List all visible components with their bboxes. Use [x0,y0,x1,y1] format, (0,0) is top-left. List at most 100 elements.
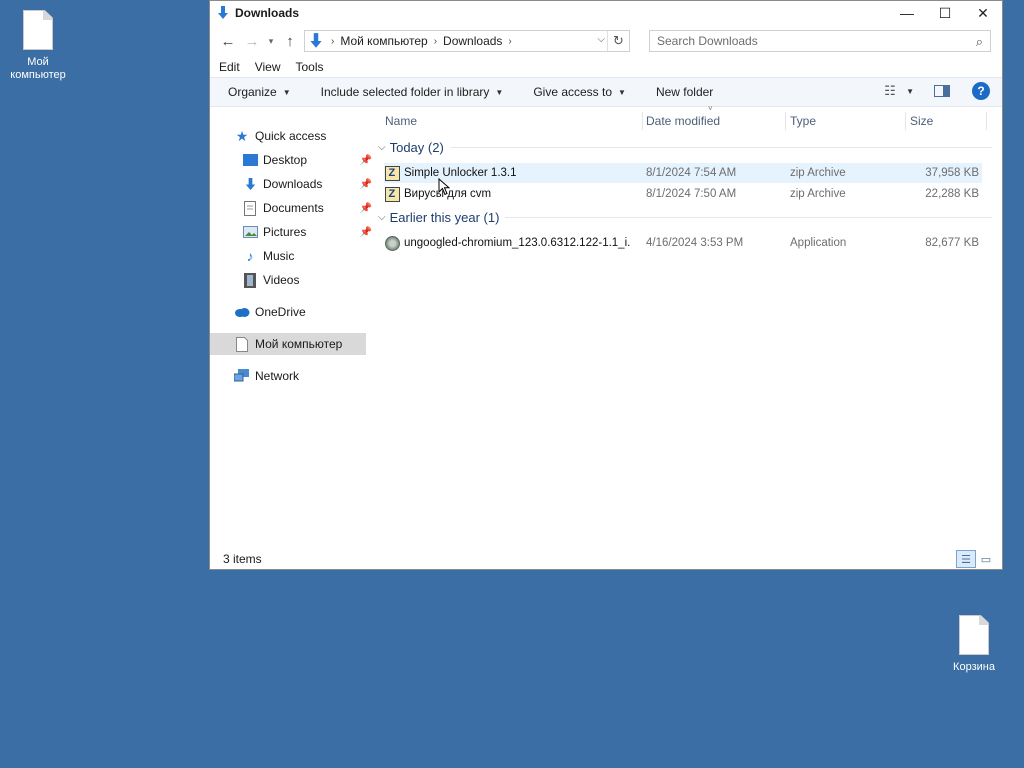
nav-item-quick-access[interactable]: ★ Quick access [234,125,392,147]
file-size: 37,958 KB [925,167,979,179]
desktop-icon-my-computer[interactable]: Мой компьютер [3,10,73,82]
back-arrow-icon: ← [220,32,236,50]
file-name: ungoogled-chromium_123.0.6312.122-1.1_i.… [404,237,630,249]
nav-label: Desktop [263,153,308,167]
file-date: 8/1/2024 7:54 AM [646,167,737,179]
breadcrumb-my-computer[interactable]: Мой компьютер [336,34,431,48]
nav-item-my-computer[interactable]: Мой компьютер [210,333,366,355]
nav-item-onedrive[interactable]: OneDrive [234,301,392,323]
give-access-label: Give access to [533,85,613,99]
breadcrumb-downloads[interactable]: Downloads [439,34,506,48]
caret-down-icon: ▼ [495,87,504,97]
file-row[interactable]: Simple Unlocker 1.3.1 8/1/2024 7:54 AM z… [384,163,982,183]
view-options-caret-icon[interactable]: ▼ [906,87,914,96]
address-dropdown-icon[interactable]: ⌵ [597,34,605,45]
preview-pane-icon[interactable] [934,85,950,97]
nav-label: Music [263,249,295,263]
group-divider [449,147,992,148]
menu-tools[interactable]: Tools [295,60,323,74]
change-view-icon[interactable]: ☷ [884,83,906,99]
desktop-icon-label: Корзина [953,661,995,673]
document-icon [959,615,989,655]
search-input[interactable]: Search Downloads ⌕ [649,30,991,52]
close-button[interactable]: ✕ [964,1,1002,25]
group-header-earlier-this-year[interactable]: ⌵ Earlier this year (1) [378,210,992,225]
organize-label: Organize [228,85,277,99]
details-view-icon[interactable]: ☰ [956,550,976,568]
refresh-button[interactable]: ↻ [607,31,629,51]
pin-icon[interactable]: 📌 [360,203,372,214]
search-placeholder: Search Downloads [657,34,758,48]
column-divider[interactable] [642,112,643,130]
file-date: 8/1/2024 7:50 AM [646,188,737,200]
recent-locations-button[interactable]: ▾ [264,29,278,53]
chevron-down-icon: ⌵ [378,212,386,223]
file-row[interactable]: Вирусы для cvm 8/1/2024 7:50 AM zip Arch… [384,184,982,204]
document-icon [234,336,250,352]
window-title: Downloads [235,6,300,20]
document-icon [23,10,53,50]
group-label: Earlier this year (1) [389,210,500,225]
sort-caret-icon: ˅ [708,104,713,113]
group-divider [505,217,992,218]
breadcrumb-separator-icon[interactable]: › [329,36,336,47]
pin-icon[interactable]: 📌 [360,155,372,166]
breadcrumb-separator-icon[interactable]: › [506,36,513,47]
new-folder-button[interactable]: New folder [656,85,713,99]
command-bar: Organize ▼ Include selected folder in lib… [210,77,1002,107]
breadcrumb-separator-icon[interactable]: › [432,36,439,47]
file-type: Application [790,237,847,249]
organize-button[interactable]: Organize ▼ [228,85,291,99]
file-list: Name Date modified ˅ Type Size ⌵ Today (… [374,104,1000,538]
minimize-button[interactable]: — [888,1,926,25]
menu-edit[interactable]: Edit [219,60,240,74]
address-bar[interactable]: › Мой компьютер › Downloads › ⌵ ↻ [304,30,630,52]
large-icons-view-icon[interactable]: ▭ [976,550,996,568]
group-header-today[interactable]: ⌵ Today (2) [378,140,992,155]
menu-view[interactable]: View [255,60,281,74]
status-bar: 3 items ☰ ▭ [210,548,1002,570]
column-header-name[interactable]: Name [385,114,417,128]
column-header-type[interactable]: Type [790,114,816,128]
column-divider[interactable] [905,112,906,130]
chevron-down-icon: ⌵ [378,142,386,153]
music-note-icon: ♪ [246,248,254,264]
column-divider[interactable] [785,112,786,130]
nav-label: Мой компьютер [255,337,343,351]
desktop-icon-label: Мой компьютер [10,56,66,81]
application-icon [384,235,400,251]
nav-label: Pictures [263,225,307,239]
file-type: zip Archive [790,167,846,179]
desktop-icon-recycle-bin[interactable]: Корзина [939,615,1009,674]
column-header-date[interactable]: Date modified [646,114,720,128]
pin-icon[interactable]: 📌 [360,179,372,190]
forward-arrow-icon: → [244,32,260,50]
search-icon[interactable]: ⌕ [976,34,983,50]
nav-label: Network [255,369,300,383]
group-label: Today (2) [389,140,444,155]
include-library-label: Include selected folder in library [320,85,490,99]
forward-button[interactable]: → [240,29,264,53]
back-button[interactable]: ← [216,29,240,53]
up-button[interactable]: ↑ [278,29,302,53]
file-size: 82,677 KB [925,237,979,249]
file-row[interactable]: ungoogled-chromium_123.0.6312.122-1.1_i.… [384,233,982,253]
caret-down-icon: ▼ [282,87,291,97]
nav-label: Downloads [263,177,323,191]
pin-icon[interactable]: 📌 [360,227,372,238]
include-library-button[interactable]: Include selected folder in library ▼ [321,85,504,99]
download-arrow-icon [218,6,228,19]
title-bar[interactable]: Downloads — ☐ ✕ [210,1,1002,25]
download-arrow-icon [242,176,258,192]
navigation-pane: ★ Quick access Desktop 📌 Downloads 📌 Doc… [210,108,372,538]
give-access-button[interactable]: Give access to ▼ [533,85,626,99]
column-divider[interactable] [986,112,987,130]
help-icon[interactable]: ? [972,82,990,100]
column-header-size[interactable]: Size [910,114,933,128]
maximize-button[interactable]: ☐ [926,1,964,25]
file-size: 22,288 KB [925,188,979,200]
nav-item-network[interactable]: Network [234,365,392,387]
explorer-window: Downloads — ☐ ✕ ← → ▾ ↑ › Мой компьютер … [209,0,1003,570]
film-strip-icon [242,272,258,288]
download-arrow-icon [310,33,322,48]
